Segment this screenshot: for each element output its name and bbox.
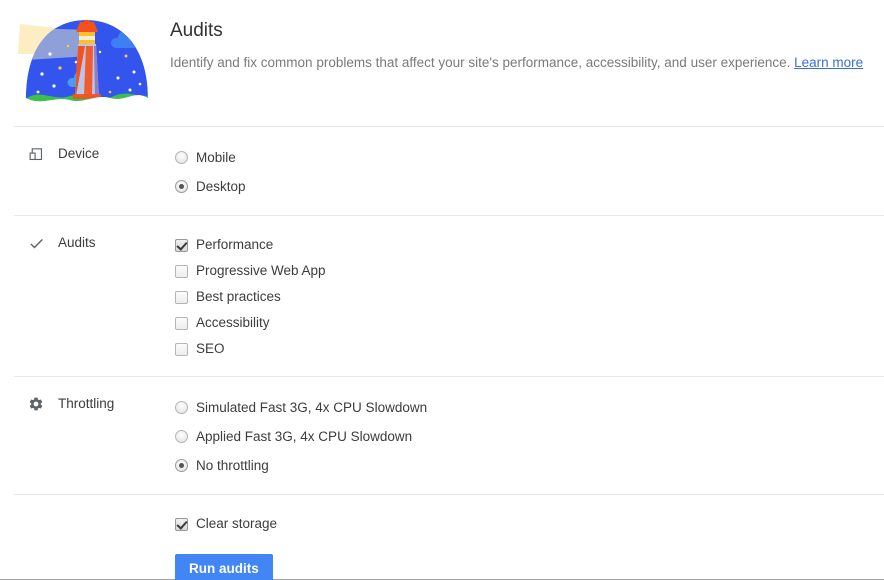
header-text-block: Audits Identify and fix common problems … <box>170 8 877 72</box>
section-device-options: Mobile Desktop <box>170 143 884 201</box>
section-footer: Clear storage Run audits <box>0 495 884 580</box>
section-footer-body: Clear storage Run audits <box>170 511 884 580</box>
audit-option-seo[interactable]: SEO <box>175 336 884 362</box>
throttling-option-applied-label: Applied Fast 3G, 4x CPU Slowdown <box>196 427 412 447</box>
section-audits-options: Performance Progressive Web App Best pra… <box>170 232 884 362</box>
checkbox-seo[interactable] <box>175 343 188 356</box>
radio-simulated-fast-3g[interactable] <box>175 401 188 414</box>
page-subtitle: Identify and fix common problems that af… <box>170 54 863 72</box>
device-option-desktop-label: Desktop <box>196 177 246 197</box>
radio-applied-fast-3g[interactable] <box>175 430 188 443</box>
learn-more-link[interactable]: Learn more <box>794 55 863 70</box>
throttling-option-applied[interactable]: Applied Fast 3G, 4x CPU Slowdown <box>175 422 884 451</box>
section-throttling-label: Throttling <box>0 393 170 480</box>
page-title: Audits <box>170 20 863 42</box>
device-option-mobile-label: Mobile <box>196 148 236 168</box>
device-option-desktop[interactable]: Desktop <box>175 172 884 201</box>
clear-storage-label: Clear storage <box>196 514 277 534</box>
audit-option-progressive-web-app[interactable]: Progressive Web App <box>175 258 884 284</box>
check-icon <box>26 233 46 253</box>
section-device-title: Device <box>58 144 99 164</box>
audit-option-best-practices-label: Best practices <box>196 287 281 307</box>
run-audits-button[interactable]: Run audits <box>175 554 273 580</box>
radio-no-throttling[interactable] <box>175 459 188 472</box>
section-device-label: Device <box>0 143 170 201</box>
radio-mobile[interactable] <box>175 151 188 164</box>
audit-option-accessibility[interactable]: Accessibility <box>175 310 884 336</box>
audit-option-performance-label: Performance <box>196 235 273 255</box>
section-footer-label <box>0 511 170 580</box>
checkbox-accessibility[interactable] <box>175 317 188 330</box>
section-device: Device Mobile Desktop <box>0 127 884 215</box>
section-throttling: Throttling Simulated Fast 3G, 4x CPU Slo… <box>0 377 884 494</box>
audit-option-performance[interactable]: Performance <box>175 232 884 258</box>
section-throttling-title: Throttling <box>58 394 114 414</box>
radio-desktop[interactable] <box>175 180 188 193</box>
lighthouse-logo <box>0 8 170 110</box>
section-throttling-options: Simulated Fast 3G, 4x CPU Slowdown Appli… <box>170 393 884 480</box>
audits-panel: Audits Identify and fix common problems … <box>0 0 884 580</box>
throttling-option-none[interactable]: No throttling <box>175 451 884 480</box>
device-option-mobile[interactable]: Mobile <box>175 143 884 172</box>
audit-option-progressive-web-app-label: Progressive Web App <box>196 261 326 281</box>
devices-icon <box>26 144 46 164</box>
clear-storage-option[interactable]: Clear storage <box>175 511 884 537</box>
checkbox-performance[interactable] <box>175 239 188 252</box>
audit-option-accessibility-label: Accessibility <box>196 313 270 333</box>
page-subtitle-text: Identify and fix common problems that af… <box>170 55 790 70</box>
checkbox-clear-storage[interactable] <box>175 518 188 531</box>
checkbox-progressive-web-app[interactable] <box>175 265 188 278</box>
panel-header: Audits Identify and fix common problems … <box>0 0 884 126</box>
audit-option-seo-label: SEO <box>196 339 225 359</box>
throttling-option-none-label: No throttling <box>196 456 269 476</box>
gear-icon <box>26 394 46 414</box>
section-audits-title: Audits <box>58 233 96 253</box>
throttling-option-simulated[interactable]: Simulated Fast 3G, 4x CPU Slowdown <box>175 393 884 422</box>
section-audits-label: Audits <box>0 232 170 362</box>
throttling-option-simulated-label: Simulated Fast 3G, 4x CPU Slowdown <box>196 398 427 418</box>
audit-option-best-practices[interactable]: Best practices <box>175 284 884 310</box>
section-audits: Audits Performance Progressive Web App B… <box>0 216 884 376</box>
checkbox-best-practices[interactable] <box>175 291 188 304</box>
